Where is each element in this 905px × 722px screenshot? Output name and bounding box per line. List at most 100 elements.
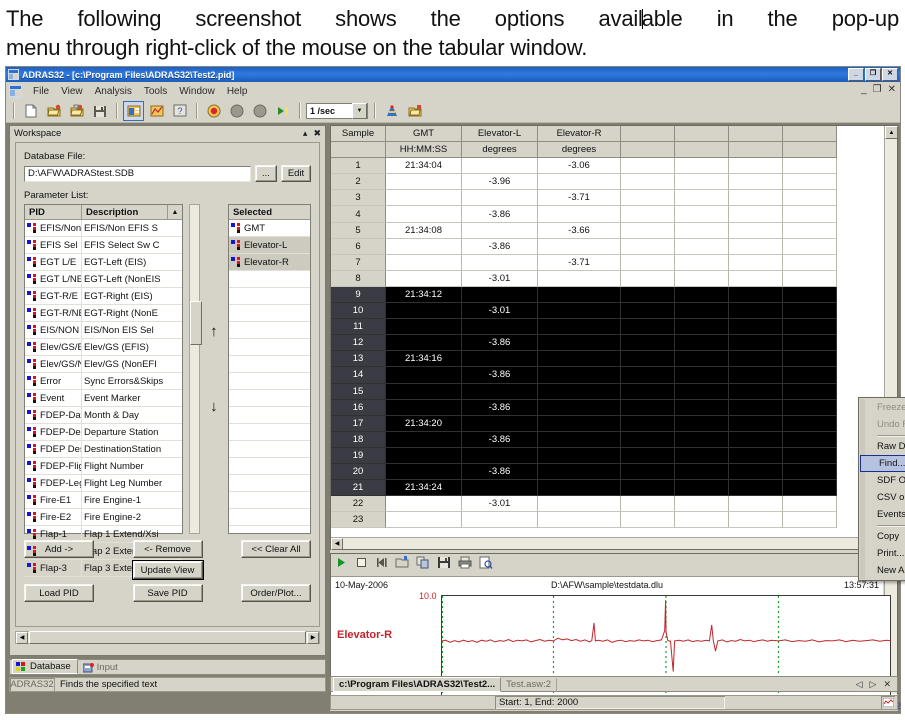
record-icon[interactable] [203, 101, 224, 121]
selected-row-empty[interactable] [228, 407, 310, 424]
pid-list-scrollbar[interactable] [189, 204, 202, 534]
description-column-header[interactable]: Description [82, 205, 168, 219]
print-preview-icon[interactable] [479, 556, 493, 574]
pid-row[interactable]: Elev/GS/NEElev/GS (NonEFI [25, 356, 182, 373]
tab-input[interactable]: Input [80, 661, 124, 674]
table-row[interactable]: 13 21:34:16 [331, 351, 884, 368]
context-menu-item-raw-data[interactable]: Raw Data [859, 438, 905, 455]
save-icon[interactable] [437, 556, 451, 574]
pid-list-scroll-thumb[interactable] [190, 301, 202, 345]
selected-row-empty[interactable] [228, 373, 310, 390]
tab-close-icon[interactable]: ✕ [883, 679, 891, 690]
scroll-right-icon[interactable]: ▶ [307, 631, 319, 644]
step-icon[interactable] [272, 101, 293, 121]
selected-row-empty[interactable] [228, 271, 310, 288]
table-row[interactable]: 2 -3.96 [331, 174, 884, 191]
clear-all-button[interactable]: << Clear All [241, 540, 311, 558]
selected-column-header[interactable]: Selected [229, 205, 310, 219]
table-row[interactable]: 11 [331, 319, 884, 336]
workspace-scroll-thumb[interactable] [29, 631, 306, 644]
selected-row-empty[interactable] [228, 356, 310, 373]
table-row[interactable]: 8 -3.01 [331, 270, 884, 287]
play-icon[interactable] [335, 556, 348, 574]
table-row[interactable]: 16 -3.86 [331, 399, 884, 416]
close-button[interactable]: ✕ [882, 68, 898, 81]
mdi-close-button[interactable]: ✕ [888, 84, 896, 95]
pid-row[interactable]: EIS/NON EIS/Non EIS Sel [25, 322, 182, 339]
selected-row[interactable]: Elevator-R [228, 254, 310, 271]
table-scroll-left-icon[interactable]: ◀ [331, 537, 343, 550]
menu-item-help[interactable]: Help [221, 85, 254, 98]
selected-row-empty[interactable] [228, 509, 310, 526]
menu-item-analysis[interactable]: Analysis [89, 85, 138, 98]
chevron-down-icon[interactable]: ▼ [352, 103, 367, 119]
menu-item-view[interactable]: View [55, 85, 89, 98]
scroll-left-icon[interactable]: ◀ [16, 631, 28, 644]
order-plot-button[interactable]: Order/Plot... [241, 584, 311, 602]
context-menu-item-sdf-output[interactable]: SDF Output... [859, 472, 905, 489]
selected-grid[interactable]: Selected GMT Elevator-L Elevator-R [227, 204, 311, 534]
document-tab-testasw[interactable]: Test.asw:2 [501, 677, 557, 691]
selected-row-empty[interactable] [228, 288, 310, 305]
open-pid-icon[interactable] [66, 101, 87, 121]
copy-icon[interactable] [416, 556, 430, 574]
help-window-icon[interactable]: ? [169, 101, 190, 121]
open-folder-icon[interactable] [43, 101, 64, 121]
table-row[interactable]: 14 -3.86 [331, 367, 884, 384]
selected-row[interactable]: Elevator-L [228, 237, 310, 254]
selected-row-empty[interactable] [228, 424, 310, 441]
database-file-input[interactable]: D:\AFW\ADRAStest.SDB [24, 165, 251, 182]
selected-row-empty[interactable] [228, 458, 310, 475]
mdi-restore-button[interactable]: ❐ [873, 84, 882, 95]
pid-row[interactable]: FDEP DestDestinationStation [25, 441, 182, 458]
remove-button[interactable]: <- Remove [132, 540, 203, 558]
load-pid-button[interactable]: Load PID [24, 584, 94, 602]
workspace-collapse-icon[interactable]: ▴ [303, 128, 308, 139]
table-row[interactable]: 7 -3.71 [331, 254, 884, 271]
table-row[interactable]: 22 -3.01 [331, 496, 884, 513]
pid-row[interactable]: EGT L/NE EGT-Left (NonEIS [25, 271, 182, 288]
pid-row[interactable]: EFIS Sel EFIS Select Sw C [25, 237, 182, 254]
mdi-child-icon[interactable] [9, 84, 22, 98]
mdi-minimize-button[interactable]: _ [861, 84, 867, 95]
menu-item-window[interactable]: Window [173, 85, 221, 98]
table-row[interactable]: 5 21:34:08 -3.66 [331, 222, 884, 239]
pid-row[interactable]: Event Event Marker [25, 390, 182, 407]
selected-row-empty[interactable] [228, 322, 310, 339]
pid-row[interactable]: Fire-E2 Fire Engine-2 [25, 509, 182, 526]
context-menu-item-print[interactable]: Print... [859, 545, 905, 562]
table-scroll-up-icon[interactable]: ▲ [885, 126, 898, 139]
selected-grid-rows[interactable]: GMT Elevator-L Elevator-R [228, 220, 310, 526]
stop-icon[interactable] [226, 101, 247, 121]
pid-row[interactable]: EFIS/Non EFIS/Non EFIS S [25, 220, 182, 237]
tab-next-icon[interactable]: ▷ [870, 679, 877, 690]
table-row[interactable]: 1 21:34:04 -3.06 [331, 158, 884, 175]
selected-row-empty[interactable] [228, 339, 310, 356]
sort-ascending-icon[interactable]: ▲ [168, 205, 182, 219]
tab-database[interactable]: Database [12, 659, 78, 674]
context-menu[interactable]: Freeze Columns Undo Freeze Raw DataFind...… [858, 397, 905, 581]
table-row[interactable]: 6 -3.86 [331, 238, 884, 255]
table-row[interactable]: 23 [331, 512, 884, 529]
selected-row-empty[interactable] [228, 390, 310, 407]
move-up-icon[interactable]: ↑ [210, 324, 218, 339]
pid-row[interactable]: FDEP-DeptDeparture Station [25, 424, 182, 441]
pid-column-header[interactable]: PID [25, 205, 82, 219]
context-menu-item-csv-output[interactable]: CSV output... [859, 489, 905, 506]
pause-icon[interactable] [249, 101, 270, 121]
context-menu-item-new-analysis-window[interactable]: New Analysis Window [859, 562, 905, 579]
minimize-button[interactable]: _ [848, 68, 864, 81]
pid-row[interactable]: EGT-R/E EGT-Right (EIS) [25, 288, 182, 305]
table-row[interactable]: 12 -3.86 [331, 335, 884, 352]
pid-row[interactable]: FDEP-DateMonth & Day [25, 407, 182, 424]
context-menu-item-copy[interactable]: Copy [859, 528, 905, 545]
table-horizontal-scrollbar[interactable]: ◀ ▶ [331, 537, 884, 550]
sample-rate-combo[interactable]: 1 /sec ▼ [306, 103, 368, 119]
pid-row[interactable]: EGT-R/NE EGT-Right (NonE [25, 305, 182, 322]
table-row[interactable]: 15 [331, 383, 884, 400]
pid-row[interactable]: Elev/GS/E Elev/GS (EFIS) [25, 339, 182, 356]
table-row[interactable]: 10 -3.01 [331, 303, 884, 320]
restore-button[interactable]: ❐ [865, 68, 881, 81]
stop-icon[interactable] [355, 556, 368, 574]
move-down-icon[interactable]: ↓ [210, 399, 218, 414]
